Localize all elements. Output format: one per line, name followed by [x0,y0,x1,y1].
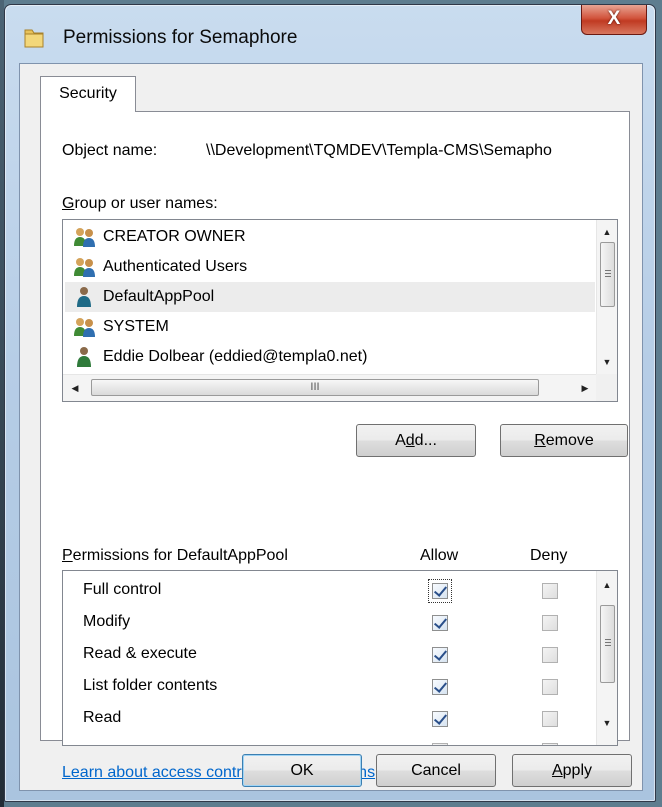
scroll-up-arrow-icon[interactable]: ▲ [597,222,617,242]
user-icon [77,347,91,367]
list-item-eddie-dolbear[interactable]: Eddie Dolbear (eddied@templa0.net) [65,342,595,372]
permission-name: Modify [83,613,131,630]
vertical-scroll-thumb[interactable] [600,605,615,683]
deny-full-control-checkbox[interactable] [542,583,558,599]
add-post: d... [414,432,437,449]
scroll-right-arrow-icon[interactable]: ▶ [575,378,595,398]
permission-name: List folder contents [83,677,218,694]
permissions-mnemonic: P [62,547,73,564]
close-button[interactable]: X [581,5,647,35]
group-user-list[interactable]: CREATOR OWNER Authenticated Users Defaul… [62,219,618,402]
tab-security[interactable]: Security [40,76,136,112]
permissions-for-label: Permissions for DefaultAppPool [62,547,288,565]
allow-column-header: Allow [420,547,459,564]
allow-next-checkbox[interactable] [432,743,448,745]
apply-mnemonic: A [551,762,563,779]
allow-read-execute-checkbox[interactable] [432,647,448,663]
user-list-vertical-scrollbar[interactable]: ▲ ▼ [596,220,617,374]
deny-read-execute-checkbox[interactable] [542,647,558,663]
scroll-up-arrow-icon[interactable]: ▲ [597,575,617,595]
ok-button[interactable]: OK [242,754,362,787]
window-title: Permissions for Semaphore [63,27,298,48]
scroll-down-arrow-icon[interactable]: ▼ [597,713,617,733]
deny-list-folder-contents-checkbox[interactable] [542,679,558,695]
add-button[interactable]: Add... [356,424,476,457]
close-icon: X [607,8,621,29]
group-icon [74,318,95,337]
permission-row-read: Read [63,703,595,735]
user-icon [77,287,91,307]
cancel-button[interactable]: Cancel [376,754,496,787]
user-name: Eddie Dolbear (eddied@templa0.net) [103,348,368,365]
group-label-rest: roup or user names: [74,195,218,212]
dialog-client-area: Security Object name: \\Development\TQMD… [19,63,643,791]
remove-button[interactable]: Remove [500,424,628,457]
permission-row-read-execute: Read & execute [63,639,595,671]
list-item-authenticated-users[interactable]: Authenticated Users [65,252,595,282]
add-mnemonic: d [405,432,415,449]
folder-icon [24,29,44,48]
permission-name: Read & execute [83,645,197,662]
scroll-down-arrow-icon[interactable]: ▼ [597,352,617,372]
horizontal-scroll-thumb[interactable]: III [91,379,539,396]
scroll-left-arrow-icon[interactable]: ◀ [65,378,85,398]
list-item-creator-owner[interactable]: CREATOR OWNER [65,222,595,252]
remove-mnemonic: R [534,432,546,449]
apply-rest: pply [562,762,593,779]
group-user-names-label: Group or user names: [62,195,218,213]
vertical-scroll-thumb[interactable] [600,242,615,307]
permissions-header-rest: ermissions for DefaultAppPool [72,547,288,564]
permission-row-modify: Modify [63,607,595,639]
permission-row-list-folder-contents: List folder contents [63,671,595,703]
title-bar[interactable]: Permissions for Semaphore X [5,5,655,63]
deny-next-checkbox[interactable] [542,743,558,745]
add-pre: A [395,432,406,449]
group-icon [74,258,95,277]
permission-name: Read [83,709,122,726]
user-list-horizontal-scrollbar[interactable]: ◀ III ▶ [63,374,597,401]
object-name-label: Object name: [62,142,158,159]
user-name: Authenticated Users [103,258,248,275]
apply-button[interactable]: Apply [512,754,632,787]
user-name: CREATOR OWNER [103,228,246,245]
allow-list-folder-contents-checkbox[interactable] [432,679,448,695]
list-item-defaultapppool[interactable]: DefaultAppPool [65,282,595,312]
list-item-system[interactable]: SYSTEM [65,312,595,342]
permission-row-full-control: Full control [63,575,595,607]
permissions-vertical-scrollbar[interactable]: ▲ ▼ [596,571,617,745]
deny-modify-checkbox[interactable] [542,615,558,631]
allow-full-control-checkbox[interactable] [432,583,448,599]
group-label-mnemonic: G [62,195,75,212]
deny-column-header: Deny [530,547,568,564]
user-name: SYSTEM [103,318,169,335]
object-name-value: \\Development\TQMDEV\Templa-CMS\Semapho [206,142,552,159]
deny-read-checkbox[interactable] [542,711,558,727]
group-icon [74,228,95,247]
scrollbar-corner [596,374,617,401]
remove-rest: emove [545,432,594,449]
allow-read-checkbox[interactable] [432,711,448,727]
permissions-list: Full control Modify Read & execute List … [62,570,618,746]
permissions-dialog: Permissions for Semaphore X Security Obj… [4,4,656,802]
allow-modify-checkbox[interactable] [432,615,448,631]
user-name: DefaultAppPool [103,288,215,305]
permission-row-partial [63,735,595,745]
permission-name: Full control [83,581,162,598]
